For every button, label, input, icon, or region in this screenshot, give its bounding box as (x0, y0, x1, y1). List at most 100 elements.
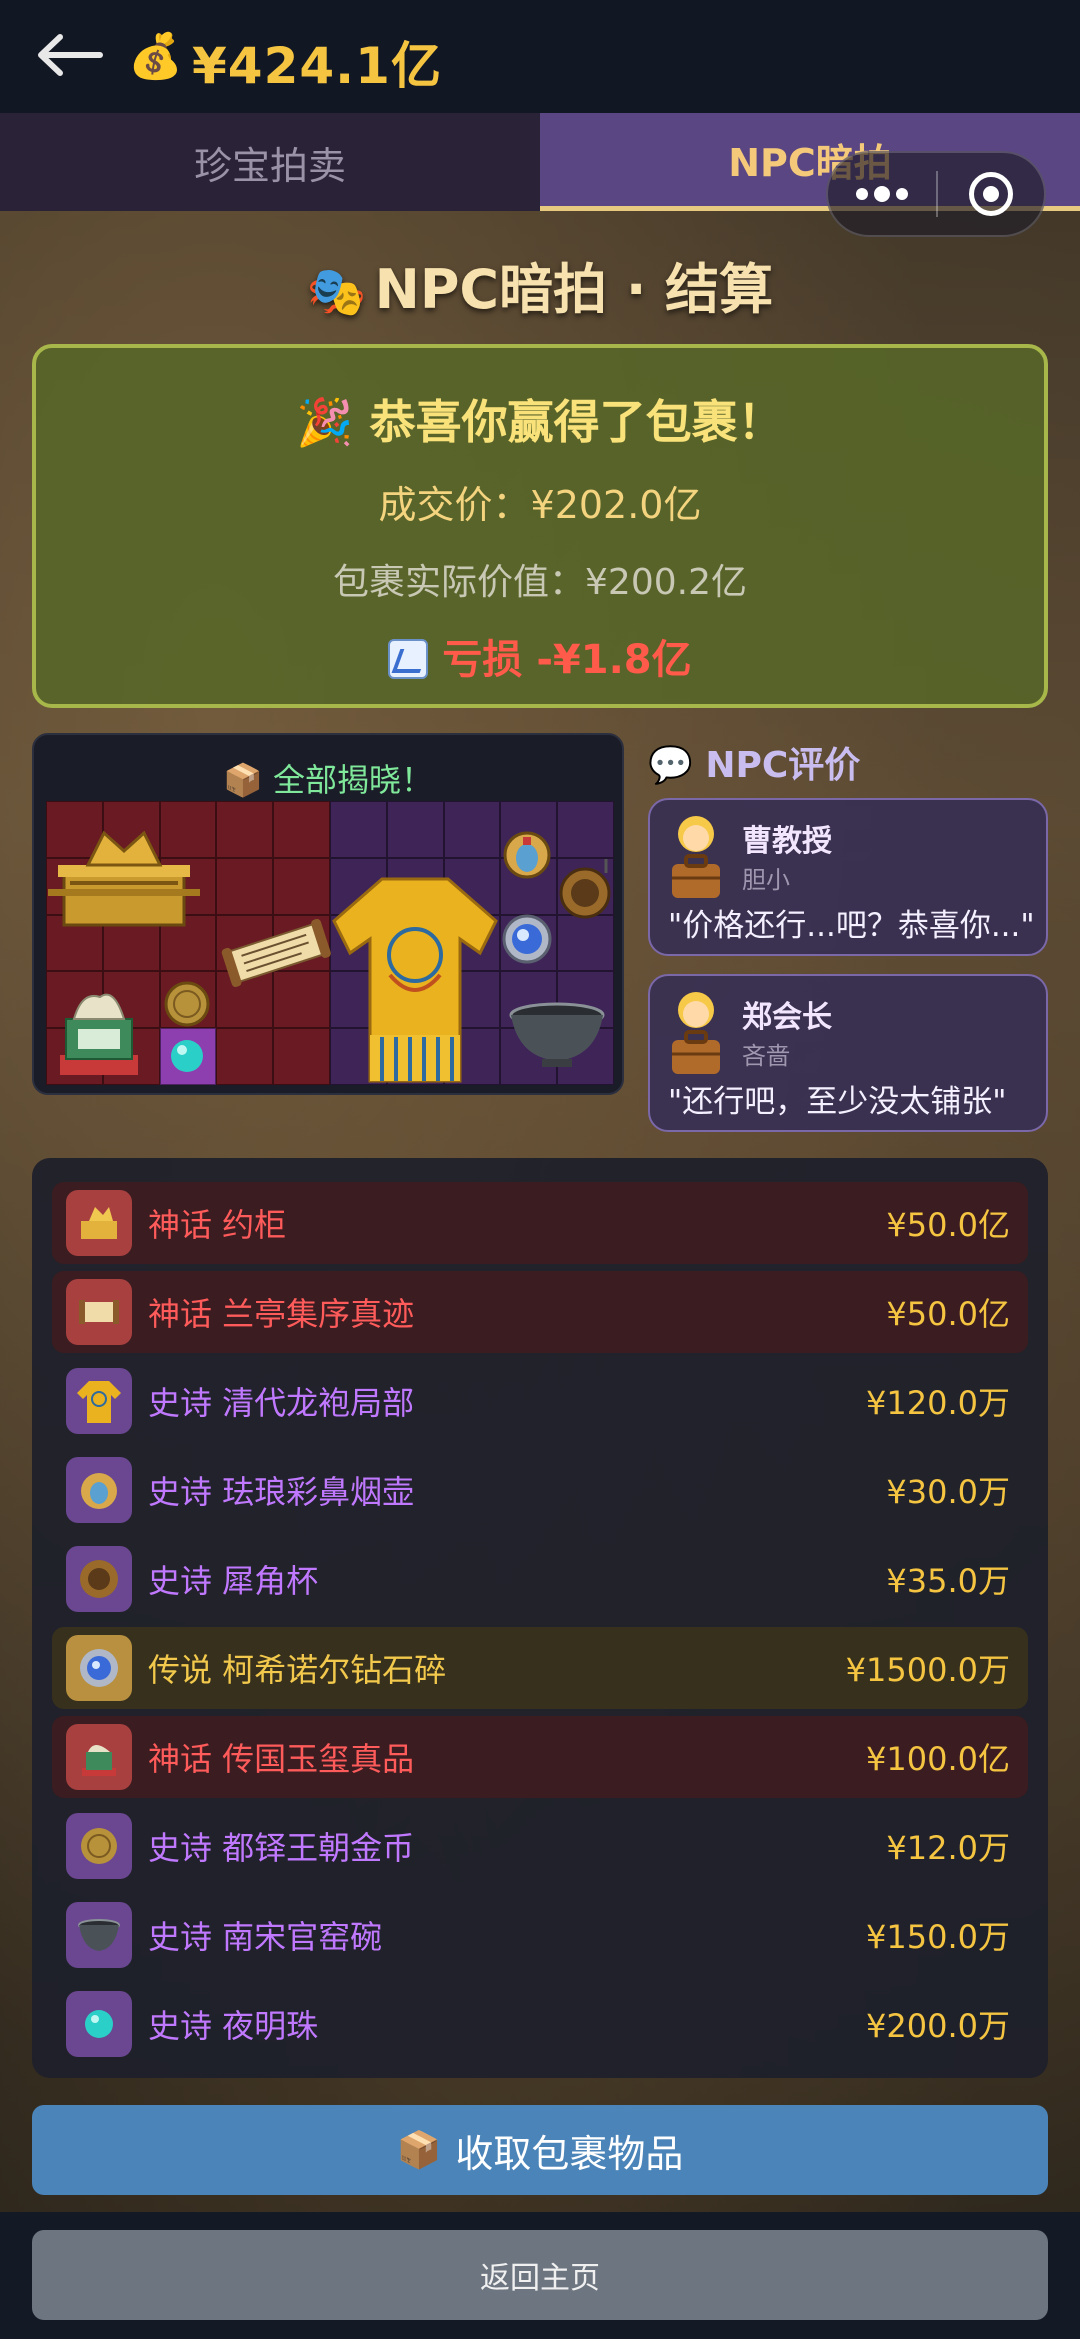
item-label: 神话 约柜 (148, 1206, 287, 1244)
item-price: ¥1500.0万 (845, 1651, 1010, 1689)
speech-bubble-icon: 💬 (648, 745, 693, 786)
npc-trait: 吝啬 (742, 1042, 790, 1070)
scroll-icon (66, 1279, 132, 1345)
grid-cell (557, 801, 614, 858)
npc-name: 曹教授 (742, 824, 832, 859)
npc-avatar-icon (672, 992, 720, 1074)
list-item[interactable]: 传说 柯希诺尔钻石碎 ¥1500.0万 (52, 1627, 1028, 1709)
miniprogram-capsule (826, 151, 1046, 237)
money-bag-icon: 💰 (128, 31, 183, 82)
item-label: 史诗 南宋官窑碗 (148, 1918, 383, 1956)
list-item[interactable]: 史诗 夜明珠 ¥200.0万 (52, 1983, 1028, 2065)
app-root: { "header": {"money_icon": "money-bag-ic… (0, 0, 1080, 2339)
page-title-text: NPC暗拍 · 结算 (374, 258, 774, 321)
snuff-bottle-icon (66, 1457, 132, 1523)
loss-text: 亏损 -¥1.8亿 (442, 637, 692, 683)
grid-cell (329, 801, 387, 858)
npc-section-header: 💬 NPC评价 (648, 736, 860, 788)
reveal-title: 全部揭晓！ (273, 761, 434, 799)
dragon-robe-icon (66, 1368, 132, 1434)
gold-coin-icon (66, 1813, 132, 1879)
collect-button-label: 收取包裹物品 (455, 2131, 684, 2176)
npc-comment-card: 郑会长 吝啬 "还行吧，至少没太铺张" (648, 974, 1048, 1132)
koh-i-noor-diamond-icon (66, 1635, 132, 1701)
item-price: ¥200.0万 (866, 2007, 1010, 2045)
item-price: ¥100.0亿 (866, 1740, 1010, 1778)
list-item[interactable]: 神话 兰亭集序真迹 ¥50.0亿 (52, 1271, 1028, 1353)
imperial-jade-seal-icon (60, 993, 138, 1075)
package-items-list: 神话 约柜 ¥50.0亿 神话 兰亭集序真迹 ¥50.0亿 史诗 清代龙袍局部 … (32, 1158, 1048, 2078)
npc-trait: 胆小 (742, 866, 790, 894)
item-price: ¥30.0万 (886, 1473, 1010, 1511)
list-item[interactable]: 史诗 珐琅彩鼻烟壶 ¥30.0万 (52, 1449, 1028, 1531)
npc-comment-card: 曹教授 胆小 "价格还行...吧？恭喜你..." (648, 798, 1048, 956)
celadon-bowl-icon (509, 1002, 605, 1067)
gold-coin-icon (164, 981, 210, 1027)
back-home-button[interactable]: 返回主页 (32, 2230, 1048, 2320)
npc-quote: "价格还行...吧？恭喜你..." (668, 908, 1035, 944)
grid-cell (273, 801, 330, 858)
grid-cell (273, 857, 330, 915)
actual-value: 包裹实际价值：¥200.2亿 (333, 562, 747, 603)
item-price: ¥150.0万 (866, 1918, 1010, 1956)
item-label: 史诗 夜明珠 (148, 2007, 319, 2045)
scroll-icon (221, 918, 331, 988)
chart-down-icon (388, 639, 429, 679)
item-label: 传说 柯希诺尔钻石碎 (148, 1651, 447, 1689)
grid-cell (443, 801, 501, 858)
party-popper-icon: 🎉 (296, 395, 354, 449)
grid-cell (386, 801, 444, 858)
grid-cell (216, 1028, 274, 1085)
night-pearl-icon (171, 1040, 203, 1072)
imperial-jade-seal-icon (66, 1724, 132, 1790)
package-reveal-panel: 📦 全部揭晓！ (32, 733, 624, 1095)
result-card: 🎉 恭喜你赢得了包裹！ 成交价：¥202.0亿 包裹实际价值：¥200.2亿 亏… (32, 344, 1048, 708)
item-label: 史诗 清代龙袍局部 (148, 1384, 415, 1422)
reveal-header: 📦 全部揭晓！ (34, 755, 622, 801)
top-bar: 💰 ¥424.1亿 (0, 0, 1080, 113)
item-price: ¥50.0亿 (886, 1295, 1010, 1333)
snuff-bottle-icon (503, 831, 551, 879)
npc-quote: "还行吧，至少没太铺张" (668, 1084, 1007, 1120)
rhino-horn-cup-icon (66, 1546, 132, 1612)
list-item[interactable]: 史诗 清代龙袍局部 ¥120.0万 (52, 1360, 1028, 1442)
more-menu-icon[interactable] (828, 186, 936, 202)
npc-avatar-icon (672, 816, 720, 898)
loss-line: 亏损 -¥1.8亿 (36, 627, 1044, 685)
result-title: 🎉 恭喜你赢得了包裹！ (36, 386, 1044, 452)
item-price: ¥50.0亿 (886, 1206, 1010, 1244)
item-price: ¥12.0万 (886, 1829, 1010, 1867)
grid-cell (557, 914, 614, 972)
collect-items-button[interactable]: 📦 收取包裹物品 (32, 2105, 1048, 2195)
night-pearl-icon (66, 1991, 132, 2057)
tab-treasure-auction[interactable]: 珍宝拍卖 (0, 113, 540, 211)
list-item[interactable]: 神话 传国玉玺真品 ¥100.0亿 (52, 1716, 1028, 1798)
grid-cell (216, 857, 274, 915)
ark-of-covenant-icon (48, 830, 200, 927)
deal-price: 成交价：¥202.0亿 (378, 483, 702, 527)
npc-name: 郑会长 (742, 1000, 832, 1035)
item-label: 神话 兰亭集序真迹 (148, 1295, 415, 1333)
ark-of-covenant-icon (66, 1190, 132, 1256)
dragon-robe-icon (332, 877, 498, 1083)
item-label: 史诗 都铎王朝金币 (148, 1829, 415, 1867)
package-icon: 📦 (396, 2130, 442, 2171)
back-arrow-icon[interactable] (34, 30, 104, 80)
close-miniprogram-icon[interactable] (938, 172, 1044, 216)
package-icon: 📦 (222, 761, 263, 799)
item-price: ¥120.0万 (866, 1384, 1010, 1422)
item-label: 史诗 犀角杯 (148, 1562, 319, 1600)
list-item[interactable]: 史诗 犀角杯 ¥35.0万 (52, 1538, 1028, 1620)
item-label: 史诗 珐琅彩鼻烟壶 (148, 1473, 415, 1511)
rhino-horn-cup-icon (559, 859, 611, 919)
list-item[interactable]: 神话 约柜 ¥50.0亿 (52, 1182, 1028, 1264)
result-title-text: 恭喜你赢得了包裹！ (369, 395, 784, 449)
list-item[interactable]: 史诗 都铎王朝金币 ¥12.0万 (52, 1805, 1028, 1887)
list-item[interactable]: 史诗 南宋官窑碗 ¥150.0万 (52, 1894, 1028, 1976)
koh-i-noor-diamond-icon (502, 914, 552, 964)
page-title: 🎭 NPC暗拍 · 结算 (0, 245, 1080, 324)
item-label: 神话 传国玉玺真品 (148, 1740, 415, 1778)
money-balance: ¥424.1亿 (192, 37, 442, 95)
theater-masks-icon: 🎭 (306, 264, 367, 320)
npc-section-title: NPC评价 (705, 745, 861, 786)
